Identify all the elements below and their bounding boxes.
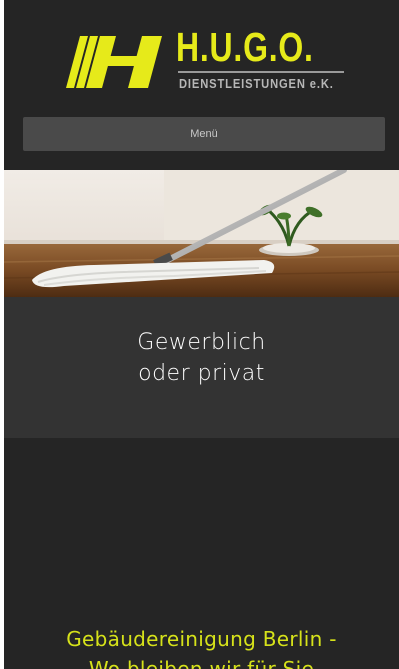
page: H.U.G.O. DIENSTLEISTUNGEN e.K. Menü Gewe… [4,0,399,669]
tagline-line-2: Wo bleiben wir für Sie [88,657,315,669]
menu-button[interactable]: Menü [23,117,385,151]
intro-line-2: oder privat [138,361,265,386]
site-header: H.U.G.O. DIENSTLEISTUNGEN e.K. Menü [4,0,399,170]
brand-name: H.U.G.O. [176,24,314,70]
brand-divider [178,71,344,73]
brand-logo[interactable]: H.U.G.O. DIENSTLEISTUNGEN e.K. [66,24,356,96]
intro-section: Gewerblich oder privat [4,297,399,438]
intro-heading: Gewerblich oder privat [4,327,399,389]
tagline-line-1: Gebäudereinigung Berlin - [66,627,337,651]
hugo-h-logo-icon [66,36,162,88]
hero-image [4,170,399,297]
tagline-heading: Gebäudereinigung Berlin - Wo bleiben wir… [4,624,399,669]
intro-line-1: Gewerblich [137,330,266,355]
floor-mop-photo [4,170,399,297]
brand-subtitle: DIENSTLEISTUNGEN e.K. [179,76,334,91]
